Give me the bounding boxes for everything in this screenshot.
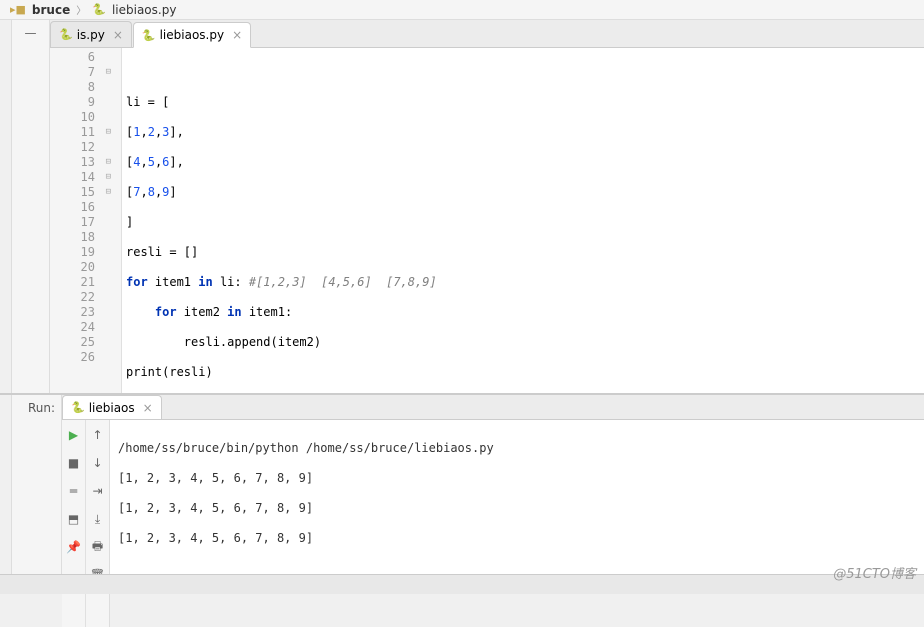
line-num: 16 [50, 200, 95, 215]
main-area: — 🐍 is.py × 🐍 liebiaos.py × 6 7 8 9 10 1… [0, 20, 924, 394]
line-num: 22 [50, 290, 95, 305]
close-icon[interactable]: × [232, 28, 242, 42]
watermark: @51CTO博客 [833, 563, 916, 582]
editor-body: 6 7 8 9 10 11 12 13 14 15 16 17 18 19 20… [50, 48, 924, 393]
close-icon[interactable]: × [143, 401, 153, 415]
run-tab[interactable]: 🐍 liebiaos × [62, 395, 162, 419]
line-num: 19 [50, 245, 95, 260]
code-line: ] [126, 215, 924, 230]
line-num: 20 [50, 260, 95, 275]
arrow-down-icon[interactable]: ↓ [89, 454, 107, 472]
line-num: 11 [50, 125, 95, 140]
minimize-icon[interactable]: — [22, 24, 40, 42]
project-toolbar: — [12, 20, 50, 393]
tab-label: liebiaos.py [160, 28, 224, 42]
tab-liebiaos-py[interactable]: 🐍 liebiaos.py × [133, 22, 251, 48]
left-gutter [0, 395, 12, 574]
line-num: 6 [50, 50, 95, 65]
print-icon[interactable]: 🖶 [89, 538, 107, 556]
python-file-icon: 🐍 [92, 3, 106, 16]
play-icon[interactable]: ▶ [65, 426, 83, 444]
run-tabs: 🐍 liebiaos × [62, 395, 924, 420]
console-line: /home/ss/bruce/bin/python /home/ss/bruce… [118, 441, 916, 456]
run-tab-label: liebiaos [89, 401, 135, 415]
run-toolbar-2: ↑ ↓ ⇥ ⤓ 🖶 🗑 [86, 420, 110, 627]
tab-label: is.py [77, 28, 105, 42]
line-num: 26 [50, 350, 95, 365]
line-num: 23 [50, 305, 95, 320]
code-line: [7,8,9] [126, 185, 924, 200]
line-num: 17 [50, 215, 95, 230]
code-line [126, 65, 924, 80]
console-line: [1, 2, 3, 4, 5, 6, 7, 8, 9] [118, 501, 916, 516]
line-num: 15 [50, 185, 95, 200]
code-line: for item1 in li: #[1,2,3] [4,5,6] [7,8,9… [126, 275, 924, 290]
status-bar [0, 574, 924, 594]
breadcrumb-separator: 〉 [76, 2, 86, 17]
code-line: resli.append(item2) [126, 335, 924, 350]
python-file-icon: 🐍 [71, 401, 85, 414]
line-num: 24 [50, 320, 95, 335]
line-num: 25 [50, 335, 95, 350]
run-panel: Run: 🐍 liebiaos × ▶ ■ ═ ⬒ 📌 ↑ ↓ ⇥ ⤓ 🖶 [0, 394, 924, 574]
code-line: [4,5,6], [126, 155, 924, 170]
run-toolbar-1: ▶ ■ ═ ⬒ 📌 [62, 420, 86, 627]
line-num: 12 [50, 140, 95, 155]
breadcrumb-file[interactable]: liebiaos.py [112, 3, 176, 17]
line-num: 18 [50, 230, 95, 245]
console-line: [1, 2, 3, 4, 5, 6, 7, 8, 9] [118, 531, 916, 546]
left-gutter [0, 20, 12, 393]
breadcrumb: ▸■ bruce 〉 🐍 liebiaos.py [0, 0, 924, 20]
code-line: for item2 in item1: [126, 305, 924, 320]
line-num: 8 [50, 80, 95, 95]
fold-column: ⊟ ⊟ ⊟⊟⊟ [106, 50, 111, 200]
breadcrumb-project[interactable]: bruce [32, 3, 70, 17]
console-output[interactable]: /home/ss/bruce/bin/python /home/ss/bruce… [110, 420, 924, 627]
line-num: 10 [50, 110, 95, 125]
tab-bar: 🐍 is.py × 🐍 liebiaos.py × [50, 20, 924, 48]
code-line: print(resli) [126, 365, 924, 380]
line-num: 9 [50, 95, 95, 110]
python-file-icon: 🐍 [59, 28, 73, 41]
editor-area: 🐍 is.py × 🐍 liebiaos.py × 6 7 8 9 10 11 … [50, 20, 924, 393]
filter-icon[interactable]: ═ [65, 482, 83, 500]
line-num: 21 [50, 275, 95, 290]
line-num: 7 [50, 65, 95, 80]
code-line: [1,2,3], [126, 125, 924, 140]
code-line: li = [ [126, 95, 924, 110]
folder-icon: ▸■ [10, 3, 26, 16]
python-file-icon: 🐍 [142, 29, 156, 42]
code-line: resli = [] [126, 245, 924, 260]
line-num: 13 [50, 155, 95, 170]
tab-is-py[interactable]: 🐍 is.py × [50, 21, 132, 47]
close-icon[interactable]: × [113, 28, 123, 42]
line-num: 14 [50, 170, 95, 185]
wrap-icon[interactable]: ⇥ [89, 482, 107, 500]
console-line: [1, 2, 3, 4, 5, 6, 7, 8, 9] [118, 471, 916, 486]
layout-icon[interactable]: ⬒ [65, 510, 83, 528]
code-editor[interactable]: li = [ [1,2,3], [4,5,6], [7,8,9] ] resli… [122, 48, 924, 393]
pin-icon[interactable]: 📌 [65, 538, 83, 556]
scroll-icon[interactable]: ⤓ [89, 510, 107, 528]
stop-icon[interactable]: ■ [65, 454, 83, 472]
arrow-up-icon[interactable]: ↑ [89, 426, 107, 444]
gutter: 6 7 8 9 10 11 12 13 14 15 16 17 18 19 20… [50, 48, 122, 393]
run-panel-label: Run: [12, 395, 62, 574]
